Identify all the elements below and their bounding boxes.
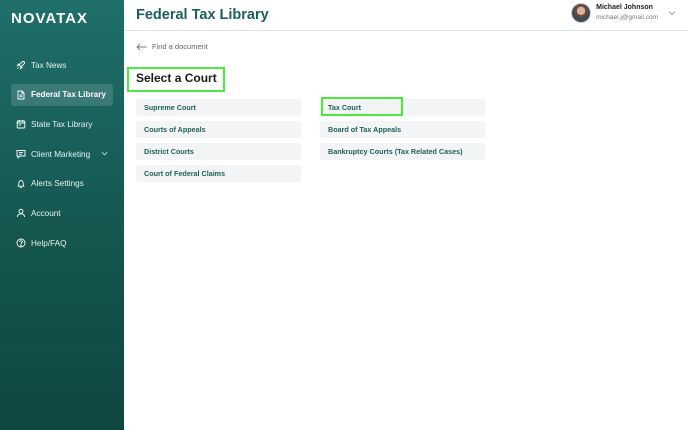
sidebar-item-help-faq[interactable]: Help/FAQ (11, 232, 113, 254)
sidebar-item-label: Client Marketing (31, 149, 91, 159)
bell-icon (16, 179, 26, 189)
court-button-tax-court[interactable]: Tax Court (320, 99, 485, 116)
find-document-back-link[interactable]: Find a document (136, 42, 208, 51)
sidebar-item-label: Tax News (31, 60, 67, 70)
sidebar-item-label: Account (31, 208, 61, 218)
user-info: Michael Johnson michael.j@gmail.com (596, 3, 658, 23)
chevron-down-icon[interactable] (101, 150, 108, 157)
court-button-district-courts[interactable]: District Courts (136, 143, 301, 160)
sidebar-item-label: State Tax Library (31, 119, 93, 129)
back-link-label: Find a document (152, 42, 208, 51)
user-email: michael.j@gmail.com (596, 14, 658, 21)
chevron-down-icon[interactable] (668, 9, 676, 17)
sidebar-item-client-marketing[interactable]: Client Marketing (11, 143, 113, 165)
sidebar-item-tax-news[interactable]: Tax News (11, 54, 113, 76)
top-header: Federal Tax Library Michael Johnson mich… (124, 0, 688, 31)
user-menu[interactable]: Michael Johnson michael.j@gmail.com (571, 3, 676, 23)
sidebar-item-account[interactable]: Account (11, 202, 113, 224)
sidebar-item-label: Alerts Settings (31, 179, 84, 189)
page-title: Federal Tax Library (136, 7, 269, 23)
section-title: Select a Court (136, 71, 217, 85)
court-button-board-of-tax-appeals[interactable]: Board of Tax Appeals (320, 121, 485, 138)
user-name: Michael Johnson (596, 4, 653, 11)
court-button-courts-of-appeals[interactable]: Courts of Appeals (136, 121, 301, 138)
avatar[interactable] (571, 3, 592, 23)
sidebar-item-alerts-settings[interactable]: Alerts Settings (11, 173, 113, 195)
help-icon (16, 238, 26, 248)
sidebar-nav: Tax News Federal Tax Library State Tax L… (0, 54, 124, 262)
sidebar-item-state-tax-library[interactable]: State Tax Library (11, 113, 113, 135)
rocket-icon (16, 60, 26, 70)
court-button-bankruptcy-courts[interactable]: Bankruptcy Courts (Tax Related Cases) (320, 143, 485, 160)
calendar-icon (16, 119, 26, 129)
sidebar: NOVATAX Tax News Federal Tax Library Sta… (0, 0, 124, 430)
sidebar-item-federal-tax-library[interactable]: Federal Tax Library (11, 83, 113, 106)
user-icon (16, 208, 26, 218)
chat-icon (16, 149, 26, 159)
sidebar-item-label: Help/FAQ (31, 238, 67, 248)
sidebar-item-label: Federal Tax Library (31, 90, 106, 100)
court-button-court-of-federal-claims[interactable]: Court of Federal Claims (136, 165, 301, 182)
court-button-supreme-court[interactable]: Supreme Court (136, 99, 301, 116)
document-icon (16, 90, 26, 100)
brand-logo[interactable]: NOVATAX (11, 10, 88, 27)
arrow-left-icon (136, 43, 147, 50)
